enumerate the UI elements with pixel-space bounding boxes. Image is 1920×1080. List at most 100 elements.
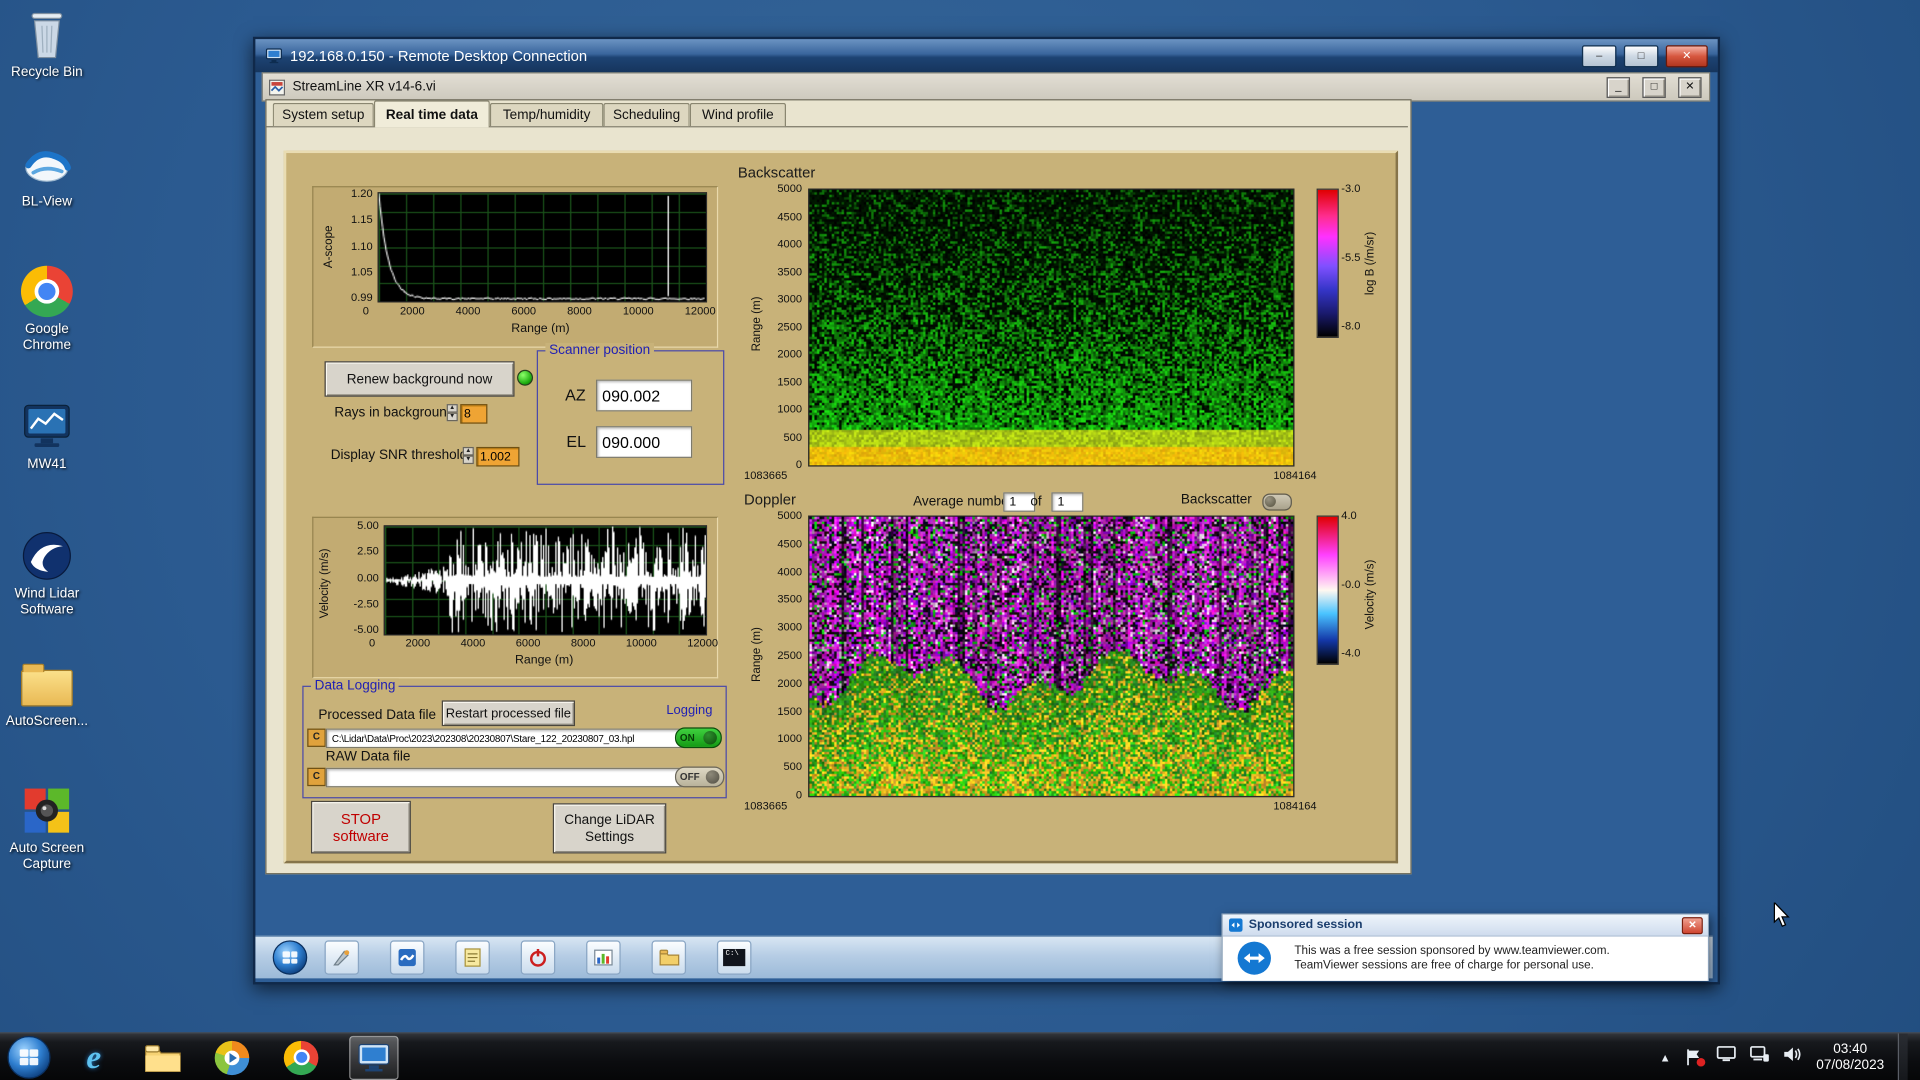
remote-taskbar-power-icon[interactable] — [520, 940, 556, 975]
average-total-field[interactable]: 1 — [1051, 492, 1084, 512]
snr-value-field[interactable]: 1.002 — [476, 446, 520, 467]
folder-icon — [20, 656, 74, 710]
tick-label: 5.00 — [357, 519, 379, 532]
tab-wind-profile[interactable]: Wind profile — [689, 102, 787, 127]
app-close-button[interactable]: ✕ — [1678, 76, 1702, 98]
taskbar-media-player-icon[interactable] — [211, 1037, 253, 1079]
backscatter-toggle-switch[interactable] — [1262, 493, 1292, 511]
az-label: AZ — [565, 385, 586, 405]
restart-processed-file-button[interactable]: Restart processed file — [441, 700, 576, 727]
raw-logging-toggle-off[interactable]: OFF — [674, 766, 725, 788]
desktop-icon-autoscreen-folder[interactable]: AutoScreen... — [0, 656, 94, 729]
bl-view-icon — [20, 137, 74, 191]
velocity-graph-frame: Velocity (m/s) 5.00 2.50 0.00 -2.50 -5.00 0 2… — [312, 516, 719, 679]
desktop-icon-recycle-bin[interactable]: Recycle Bin — [0, 7, 94, 80]
tick-label: 4.0 — [1341, 509, 1357, 522]
of-label: of — [1030, 494, 1042, 510]
tab-system-setup[interactable]: System setup — [272, 102, 374, 127]
stop-software-button[interactable]: STOP software — [310, 800, 411, 854]
backscatter-toggle-label: Backscatter — [1180, 492, 1252, 507]
tick-label: 2000 — [777, 676, 803, 690]
desktop-icon-mw41[interactable]: MW41 — [0, 399, 94, 472]
rdc-close-button[interactable]: ✕ — [1665, 44, 1708, 67]
average-total-value: 1 — [1057, 495, 1065, 509]
tick-label: 1000 — [777, 732, 803, 745]
processed-data-file-path[interactable]: C:\Lidar\Data\Proc\2023\202308\20230807\… — [325, 728, 683, 749]
tab-strip: System setup Real time data Temp/humidit… — [266, 100, 1408, 128]
tab-scheduling[interactable]: Scheduling — [603, 102, 690, 127]
snr-spinner[interactable]: ▲ ▼ — [462, 446, 474, 465]
taskbar-remote-desktop-icon-active[interactable] — [349, 1035, 399, 1080]
rays-value: 8 — [463, 407, 471, 421]
rdc-minimize-button[interactable]: – — [1581, 44, 1617, 67]
processed-data-file-label: Processed Data file — [318, 707, 437, 723]
tray-display-icon[interactable] — [1716, 1046, 1736, 1069]
tick-label: -2.50 — [353, 597, 379, 610]
renew-background-button[interactable]: Renew background now — [324, 361, 515, 397]
remote-taskbar-paint-icon[interactable] — [324, 940, 360, 975]
average-number-label: Average number — [913, 494, 1014, 510]
backscatter-y-ticks: 5000 4500 4000 3500 3000 2500 2000 1500 1000 500 0 — [761, 182, 802, 470]
processed-drive-selector[interactable]: C — [307, 728, 326, 747]
app-maximize-button[interactable]: □ — [1642, 76, 1666, 98]
rays-value-field[interactable]: 8 — [460, 404, 488, 424]
tab-real-time-data[interactable]: Real time data — [373, 100, 490, 128]
change-lidar-settings-button[interactable]: Change LiDAR Settings — [552, 803, 667, 854]
rays-spinner[interactable]: ▲ ▼ — [446, 404, 458, 422]
processed-logging-toggle-on[interactable]: ON — [674, 727, 722, 749]
drive-letter: C — [312, 731, 321, 743]
raw-drive-selector[interactable]: C — [307, 767, 326, 787]
tab-label: Wind profile — [702, 107, 774, 123]
remote-start-button[interactable] — [272, 940, 308, 975]
desktop-icon-label: Google Chrome — [22, 322, 72, 353]
raw-data-file-path[interactable] — [325, 767, 683, 788]
tick-label: -4.0 — [1341, 646, 1361, 659]
desktop-icon-auto-screen-capture[interactable]: Auto Screen Capture — [0, 784, 94, 873]
tick-label: 500 — [783, 760, 803, 773]
desktop-icon-google-chrome[interactable]: Google Chrome — [0, 264, 94, 353]
tick-label: -8.0 — [1341, 319, 1361, 332]
app-minimize-button[interactable]: _ — [1606, 76, 1631, 98]
tick-label: -3.0 — [1341, 182, 1361, 195]
front-panel: Backscatter A-scope 1.20 1.15 1.10 1.05 0.99… — [283, 150, 1399, 864]
show-desktop-button[interactable] — [1897, 1033, 1908, 1080]
app-titlebar[interactable]: StreamLine XR v14-6.vi _ □ ✕ — [261, 72, 1711, 102]
el-value-field[interactable]: 090.000 — [595, 426, 693, 458]
clock-time: 03:40 — [1833, 1041, 1868, 1057]
desktop-icon-wind-lidar-software[interactable]: Wind Lidar Software — [0, 529, 94, 618]
remote-taskbar-folder-icon[interactable] — [651, 940, 687, 975]
remote-taskbar-cmd-icon[interactable]: C:\ — [716, 940, 752, 975]
on-label: ON — [679, 732, 695, 744]
tray-action-center-flag-icon[interactable] — [1684, 1048, 1706, 1067]
taskbar-internet-explorer-icon[interactable]: e — [73, 1037, 115, 1079]
start-button[interactable] — [7, 1035, 51, 1079]
remote-taskbar-notes-icon[interactable] — [455, 940, 490, 975]
tick-label: 4000 — [777, 237, 803, 250]
tick-label: 2500 — [777, 320, 803, 333]
taskbar-chrome-icon[interactable] — [280, 1037, 322, 1079]
tray-volume-icon[interactable] — [1783, 1046, 1803, 1069]
drive-letter: C — [312, 770, 321, 782]
processed-path-text: C:\Lidar\Data\Proc\2023\202308\20230807\… — [331, 732, 635, 744]
toggle-knob — [705, 770, 720, 784]
teamviewer-popup-title: Sponsored session — [1248, 918, 1363, 932]
tab-temp-humidity[interactable]: Temp/humidity — [489, 102, 604, 127]
tray-network-icon[interactable] — [1750, 1046, 1770, 1069]
az-value-field[interactable]: 090.002 — [595, 379, 693, 412]
renew-background-label: Renew background now — [346, 371, 493, 387]
tick-label: 500 — [783, 430, 803, 443]
remote-taskbar-app-blue-icon[interactable] — [389, 940, 425, 975]
teamviewer-close-button[interactable]: ✕ — [1681, 916, 1703, 934]
tray-expand-arrow[interactable]: ▲ — [1660, 1051, 1671, 1063]
desktop-icon-bl-view[interactable]: BL-View — [0, 137, 94, 210]
remote-taskbar-chart-app-icon[interactable] — [586, 940, 621, 975]
rdc-titlebar[interactable]: 192.168.0.150 - Remote Desktop Connectio… — [255, 39, 1718, 73]
tick-label: -0.0 — [1341, 577, 1361, 591]
taskbar-clock[interactable]: 03:40 07/08/2023 — [1816, 1041, 1884, 1073]
windows-flag-icon — [19, 1049, 39, 1066]
doppler-section-title: Doppler — [744, 491, 796, 509]
rdc-maximize-button[interactable]: □ — [1623, 44, 1659, 67]
backscatter-x-end: 1084164 — [1273, 468, 1317, 482]
mw41-icon — [20, 399, 74, 453]
taskbar-explorer-folder-icon[interactable] — [142, 1037, 184, 1079]
